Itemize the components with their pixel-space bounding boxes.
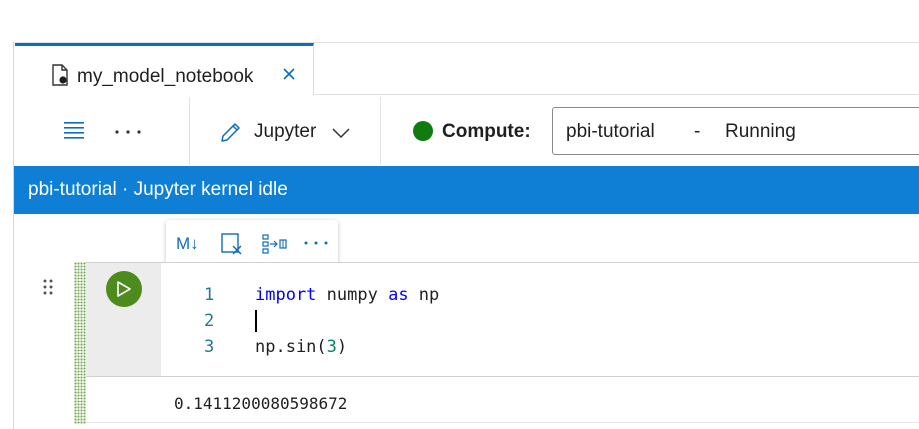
code-keyword: as	[388, 285, 409, 305]
compute-name: pbi-tutorial	[566, 121, 655, 142]
output-value: 0.1411200080598672	[174, 394, 348, 413]
cell-toolbar: M↓	[166, 220, 338, 266]
kernel-status-bar: pbi-tutorial · Jupyter kernel idle	[14, 166, 919, 214]
pencil-icon	[221, 123, 240, 142]
split-cell-icon[interactable]	[262, 233, 288, 255]
line-number: 3	[204, 337, 215, 357]
compute-status: Running	[725, 121, 796, 142]
compute-select[interactable]: pbi-tutorial - Running	[552, 107, 919, 155]
notebook-file-icon	[52, 64, 68, 86]
compute-separator: -	[694, 121, 701, 142]
cell-output: 0.1411200080598672	[86, 377, 919, 423]
compute-label: Compute:	[442, 121, 531, 142]
drag-handle-icon[interactable]	[42, 278, 54, 296]
cell-run-gutter	[86, 263, 161, 376]
tab-title: my_model_notebook	[77, 66, 254, 87]
code-number: 3	[326, 337, 337, 357]
run-triangle-icon	[117, 281, 131, 297]
toolbar-separator	[380, 97, 381, 165]
tab-strip-divider	[314, 94, 919, 95]
line-number: 1	[204, 285, 215, 305]
notebook-toolbar: Jupyter Compute: pbi-tutorial - Running	[14, 97, 919, 167]
text-cursor	[255, 310, 257, 332]
more-options-icon[interactable]	[115, 130, 141, 134]
markdown-toggle-button[interactable]: M↓	[176, 234, 199, 254]
toolbar-separator	[189, 97, 190, 165]
kernel-label: Jupyter	[254, 121, 317, 142]
code-cell[interactable]: 1 import numpy as np 2 3 np.sin(3)	[86, 262, 919, 377]
cell-focus-indicator	[74, 262, 86, 424]
chevron-down-icon	[332, 128, 350, 139]
run-cell-button[interactable]	[106, 271, 142, 307]
tab-my-model-notebook[interactable]: my_model_notebook	[15, 43, 314, 95]
line-number: 2	[204, 311, 215, 331]
code-line: np.sin(3)	[255, 337, 348, 357]
kernel-selector[interactable]: Jupyter	[214, 115, 359, 149]
hamburger-menu-icon[interactable]	[64, 121, 84, 139]
kernel-status-text: pbi-tutorial · Jupyter kernel idle	[28, 179, 288, 200]
clear-output-icon[interactable]	[221, 233, 243, 255]
code-keyword: import	[255, 285, 317, 305]
compute-status-indicator	[413, 121, 433, 141]
close-icon[interactable]	[281, 66, 297, 82]
more-options-icon[interactable]	[304, 241, 328, 245]
tab-strip: my_model_notebook	[14, 43, 919, 98]
code-line: import numpy as np	[255, 285, 440, 305]
